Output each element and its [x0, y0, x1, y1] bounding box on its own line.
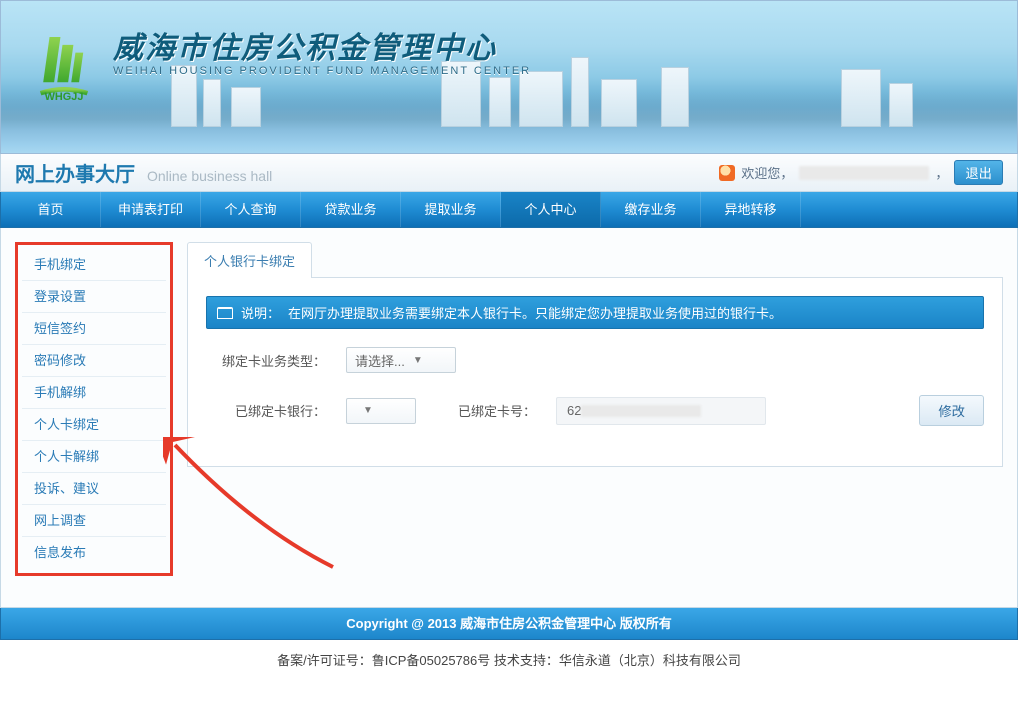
nav-item-5[interactable]: 个人中心: [501, 192, 601, 227]
sidebar-item-5[interactable]: 个人卡绑定: [22, 409, 166, 441]
user-avatar-icon: [719, 165, 735, 181]
nav-item-0[interactable]: 首页: [1, 192, 101, 227]
chevron-down-icon: ▼: [413, 355, 423, 366]
footer-record: 备案/许可证号：鲁ICP备05025786号 技术支持：华信永道（北京）科技有限…: [0, 640, 1018, 689]
welcome-text: 欢迎您，: [741, 163, 793, 182]
site-title: 威海市住房公积金管理中心: [113, 23, 531, 67]
notice-prefix: 说明：: [241, 303, 280, 322]
label-biz-type: 绑定卡业务类型：: [206, 351, 326, 370]
sidebar-item-4[interactable]: 手机解绑: [22, 377, 166, 409]
sidebar-item-3[interactable]: 密码修改: [22, 345, 166, 377]
modify-button[interactable]: 修改: [919, 395, 984, 426]
chevron-down-icon: ▼: [363, 405, 373, 416]
sidebar-item-7[interactable]: 投诉、建议: [22, 473, 166, 505]
select-biz-type[interactable]: 请选择... ▼: [346, 347, 456, 373]
sidebar-item-1[interactable]: 登录设置: [22, 281, 166, 313]
nav-item-3[interactable]: 贷款业务: [301, 192, 401, 227]
hall-title: 网上办事大厅: [15, 158, 135, 187]
svg-text:WHGJJ: WHGJJ: [45, 91, 84, 101]
input-bound-cardno: 62: [556, 397, 766, 425]
cardno-redacted: [581, 405, 701, 417]
nav-item-2[interactable]: 个人查询: [201, 192, 301, 227]
label-bound-cardno: 已绑定卡号：: [436, 401, 536, 420]
site-logo-icon: WHGJJ: [25, 23, 103, 101]
sidebar-item-9[interactable]: 信息发布: [22, 537, 166, 569]
sidebar-item-0[interactable]: 手机绑定: [22, 249, 166, 281]
logout-button[interactable]: 退出: [954, 160, 1003, 185]
tab-card-binding[interactable]: 个人银行卡绑定: [187, 242, 312, 278]
notice-text: 在网厅办理提取业务需要绑定本人银行卡。只能绑定您办理提取业务使用过的银行卡。: [288, 303, 782, 322]
hall-subtitle: Online business hall: [147, 168, 272, 184]
nav-item-4[interactable]: 提取业务: [401, 192, 501, 227]
footer-copyright: Copyright @ 2013 威海市住房公积金管理中心 版权所有: [0, 608, 1018, 640]
select-bound-bank[interactable]: ▼: [346, 398, 416, 424]
select-biz-type-value: 请选择...: [355, 351, 405, 370]
notice-bar: 说明： 在网厅办理提取业务需要绑定本人银行卡。只能绑定您办理提取业务使用过的银行…: [206, 296, 984, 329]
cardno-prefix: 62: [567, 403, 581, 418]
sidebar-item-8[interactable]: 网上调查: [22, 505, 166, 537]
sidebar-highlight-box: 手机绑定登录设置短信签约密码修改手机解绑个人卡绑定个人卡解绑投诉、建议网上调查信…: [15, 242, 173, 576]
top-bar: 网上办事大厅 Online business hall 欢迎您， ， 退出: [0, 154, 1018, 192]
nav-item-7[interactable]: 异地转移: [701, 192, 801, 227]
separator: ，: [935, 163, 948, 182]
content-panel: 说明： 在网厅办理提取业务需要绑定本人银行卡。只能绑定您办理提取业务使用过的银行…: [187, 278, 1003, 467]
site-subtitle: WEIHAI HOUSING PROVIDENT FUND MANAGEMENT…: [113, 65, 531, 77]
nav-item-6[interactable]: 缴存业务: [601, 192, 701, 227]
label-bound-bank: 已绑定卡银行：: [206, 401, 326, 420]
site-banner: WHGJJ 威海市住房公积金管理中心 WEIHAI HOUSING PROVID…: [0, 0, 1018, 154]
sidebar-item-6[interactable]: 个人卡解绑: [22, 441, 166, 473]
notice-icon: [217, 307, 233, 319]
username-redacted: [799, 166, 929, 180]
main-nav: 首页申请表打印个人查询贷款业务提取业务个人中心缴存业务异地转移: [0, 192, 1018, 228]
nav-item-1[interactable]: 申请表打印: [101, 192, 201, 227]
sidebar-item-2[interactable]: 短信签约: [22, 313, 166, 345]
